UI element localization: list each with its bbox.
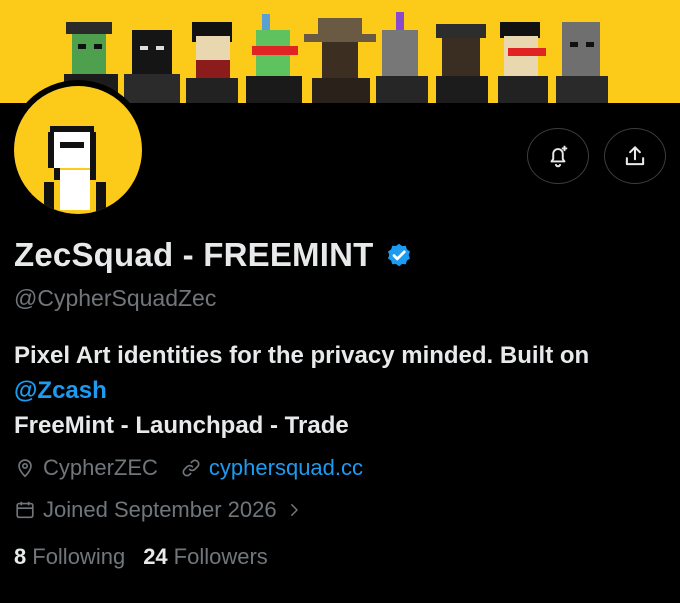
avatar[interactable] — [14, 86, 142, 214]
name-row: ZecSquad - FREEMINT — [14, 236, 414, 274]
follow-stats: 8 Following 24 Followers — [14, 544, 286, 570]
joined-row[interactable]: Joined September 2026 — [14, 497, 332, 523]
share-icon — [625, 146, 645, 166]
display-name: ZecSquad - FREEMINT — [14, 236, 374, 273]
website[interactable]: cyphersquad.cc — [180, 455, 363, 481]
joined-text: Joined September 2026 — [43, 497, 277, 522]
pixel-avatar-image — [44, 126, 106, 214]
joined[interactable]: Joined September 2026 — [14, 497, 310, 523]
verified-badge-icon[interactable] — [384, 240, 414, 270]
location-text: CypherZEC — [43, 455, 158, 480]
following-count: 8 — [14, 544, 27, 569]
website-link[interactable]: cyphersquad.cc — [209, 455, 363, 481]
followers-label: Followers — [173, 544, 268, 569]
meta-row: CypherZEC cyphersquad.cc — [14, 455, 385, 481]
link-icon — [182, 459, 200, 477]
chevron-right-icon — [290, 504, 298, 516]
bio-line-2: FreeMint - Launchpad - Trade — [14, 412, 349, 439]
bio-mention-link[interactable]: @Zcash — [14, 377, 107, 404]
bio: Pixel Art identities for the privacy min… — [14, 338, 664, 443]
following-label: Following — [32, 544, 126, 569]
bell-plus-icon — [550, 145, 568, 168]
bio-text: Pixel Art identities for the privacy min… — [14, 342, 590, 369]
followers-link[interactable]: 24 Followers — [143, 544, 286, 570]
notify-button[interactable] — [527, 128, 589, 184]
location-pin-icon — [18, 459, 32, 478]
following-link[interactable]: 8 Following — [14, 544, 143, 570]
calendar-icon — [16, 501, 34, 519]
location: CypherZEC — [14, 455, 158, 481]
share-button[interactable] — [604, 128, 666, 184]
followers-count: 24 — [143, 544, 168, 569]
handle: @CypherSquadZec — [14, 285, 217, 311]
